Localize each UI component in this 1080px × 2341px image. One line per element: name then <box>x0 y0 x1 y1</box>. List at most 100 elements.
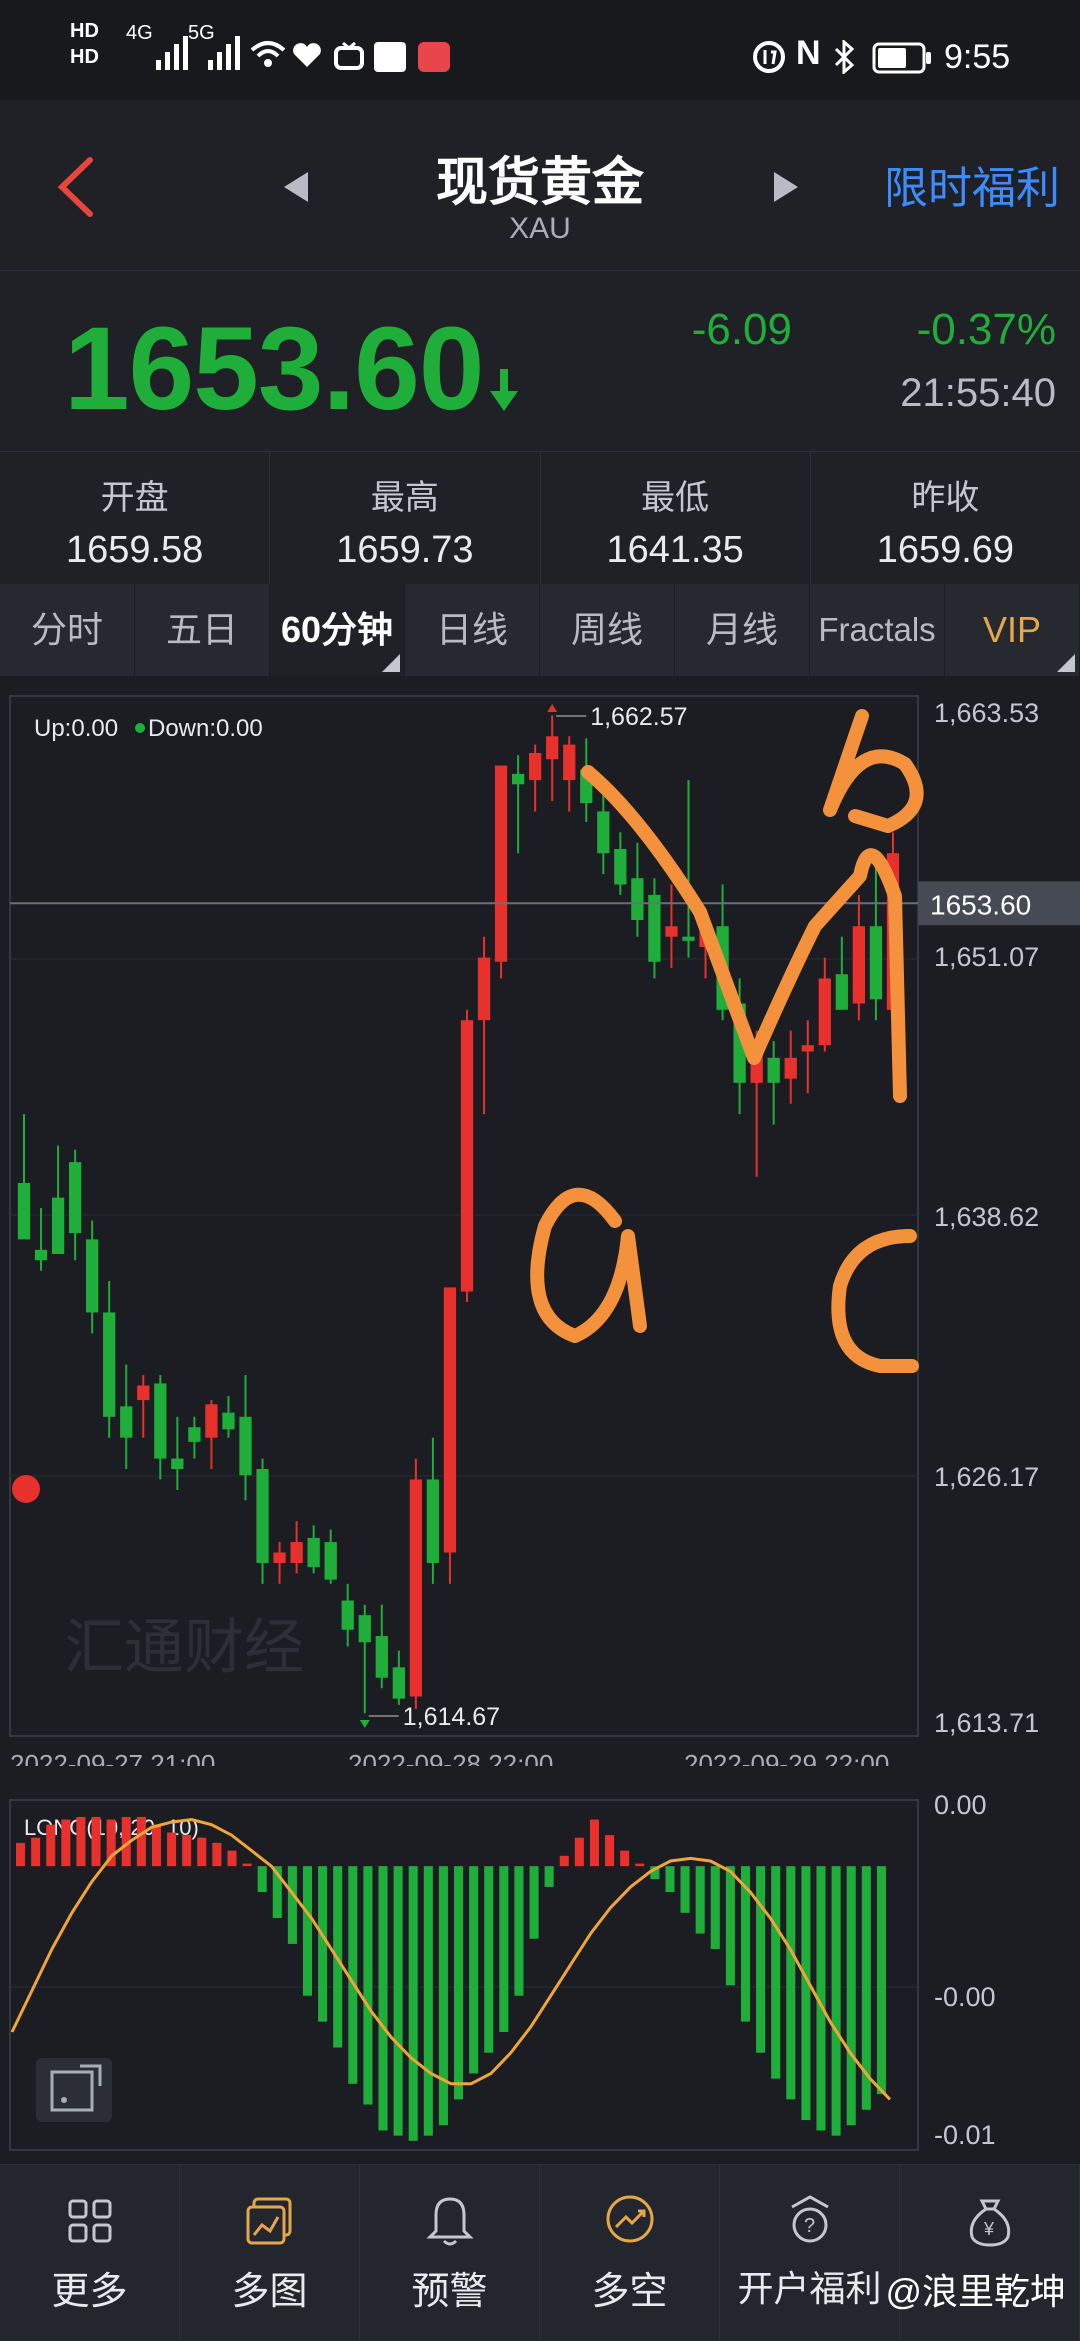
candle-body <box>341 1600 354 1630</box>
candle-body <box>597 811 610 854</box>
tab-intraday[interactable]: 分时 <box>0 584 135 676</box>
bluetooth-icon <box>834 40 855 74</box>
osc-bar <box>378 1866 388 2131</box>
candle-body <box>682 936 695 941</box>
price-change: -6.09 <box>691 305 792 354</box>
tab-five-day[interactable]: 五日 <box>135 584 270 676</box>
candle-body <box>409 1479 423 1697</box>
tab-monthly[interactable]: 月线 <box>675 584 810 676</box>
candle-body <box>120 1406 133 1438</box>
y-axis: 1,663.53 1,651.07 1,638.62 1,626.17 1,613.71 <box>934 698 1039 1738</box>
candle-body <box>852 926 866 1004</box>
osc-bar <box>61 1819 71 1867</box>
annotation-label: 1,662.57 <box>590 703 687 731</box>
osc-bar <box>771 1866 781 2079</box>
candle-body <box>307 1537 320 1568</box>
stat-value: 1659.69 <box>876 529 1015 571</box>
candle-body <box>443 1287 457 1553</box>
osc-bar <box>665 1866 675 1893</box>
osc-bar <box>302 1866 313 1996</box>
quote-panel: 1653.60 -6.09 -0.37% 21:55:40 <box>0 271 1080 452</box>
tab-60min[interactable]: 60分钟 <box>270 584 405 676</box>
candle-body <box>546 736 559 760</box>
osc-tick-label: -0.00 <box>934 1982 996 2012</box>
tab-weekly[interactable]: 周线 <box>540 584 675 676</box>
stat-prev-close: 昨收 1659.69 <box>811 452 1080 584</box>
tv-icon <box>334 42 364 70</box>
quote-time: 21:55:40 <box>900 371 1056 415</box>
tab-fractals[interactable]: Fractals <box>810 584 945 676</box>
annotation-label: 1,614.67 <box>403 1703 500 1731</box>
osc-bar <box>876 1866 886 2095</box>
wifi-icon <box>250 41 286 67</box>
alarm-badge-icon <box>753 41 785 73</box>
promo-link[interactable]: 限时福利 <box>884 152 1060 216</box>
candle-body <box>358 1615 371 1643</box>
candle-body <box>222 1412 235 1430</box>
chart-switch-button[interactable] <box>36 2058 112 2122</box>
candle-body <box>86 1239 99 1313</box>
osc-bar <box>91 1816 101 1867</box>
candles <box>17 715 900 1714</box>
osc-bar <box>423 1866 433 2136</box>
candle-body <box>869 926 883 1000</box>
tab-daily[interactable]: 日线 <box>405 584 540 676</box>
triangle-right-icon[interactable] <box>772 170 800 204</box>
price-change-percent: -0.37% <box>916 305 1056 354</box>
trend-circle-icon <box>606 2195 653 2243</box>
annotation-marker <box>359 1719 370 1728</box>
stat-high: 最高 1659.73 <box>270 452 541 584</box>
osc-bar <box>514 1866 524 1996</box>
osc-bar <box>544 1866 554 1887</box>
handwriting-annotation <box>530 709 924 1373</box>
candle-body <box>290 1542 303 1563</box>
candle-body <box>477 957 491 1021</box>
osc-bar <box>710 1866 720 1950</box>
candle-body <box>154 1383 167 1459</box>
osc-bar <box>182 1835 192 1867</box>
stat-low: 最低 1641.35 <box>541 452 811 584</box>
arrow-down-icon <box>490 369 518 411</box>
header: 现货黄金 XAU 限时福利 <box>0 100 1080 271</box>
osc-bars <box>16 1816 886 2141</box>
candle-body <box>205 1404 218 1438</box>
svg-text:?: ? <box>804 2215 815 2237</box>
nfc-icon: N <box>796 34 821 72</box>
osc-bar <box>725 1866 735 1986</box>
oscillator-chart[interactable]: LONG(10, 20, 10) 0.00-0.00-0.01 <box>0 1790 1080 2160</box>
nav-long-short[interactable]: 多空 <box>540 2165 720 2341</box>
nav-alert[interactable]: 预警 <box>360 2165 540 2341</box>
status-time: 9:55 <box>944 38 1011 76</box>
legend-down: Down:0.00 <box>148 715 263 742</box>
osc-bar <box>197 1837 207 1867</box>
osc-bar <box>167 1832 177 1867</box>
nav-more[interactable]: 更多 <box>0 2165 180 2341</box>
candle-body <box>392 1667 405 1699</box>
candle-body <box>273 1552 286 1563</box>
current-price-line: 1653.60 <box>10 881 1080 926</box>
osc-bar <box>635 1863 645 1867</box>
battery-icon <box>872 42 931 74</box>
tab-vip[interactable]: VIP <box>945 584 1080 676</box>
heart-icon <box>293 43 321 67</box>
stat-label: 开盘 <box>100 479 169 517</box>
nav-account-benefit[interactable]: ? 开户福利 <box>720 2165 900 2341</box>
candle-body <box>460 1020 474 1292</box>
osc-bar <box>846 1866 856 2126</box>
gift-badge-icon: ? <box>790 2195 829 2243</box>
candle-body <box>801 1045 814 1052</box>
osc-bar <box>136 1816 146 1867</box>
handwriting-a <box>530 1187 647 1343</box>
osc-bar <box>242 1863 252 1867</box>
bottom-nav: 更多 多图 预警 多空 ? 开户福利 ¥ @浪里乾坤 <box>0 2164 1080 2341</box>
candle-body <box>137 1385 150 1401</box>
candle-body <box>563 744 576 781</box>
nav-multi-chart[interactable]: 多图 <box>180 2165 360 2341</box>
osc-bar <box>529 1866 539 1939</box>
candlestick-chart[interactable]: 汇通财经 Up:0.00 Down:0.00 1,663.531,651.071… <box>0 676 1080 1766</box>
osc-bar <box>831 1866 841 2136</box>
stat-label: 最低 <box>641 479 710 517</box>
candle-body <box>614 849 627 885</box>
x-label-start: 2022-09-27 21:00 <box>10 1749 215 1766</box>
grid-icon <box>68 2199 111 2243</box>
